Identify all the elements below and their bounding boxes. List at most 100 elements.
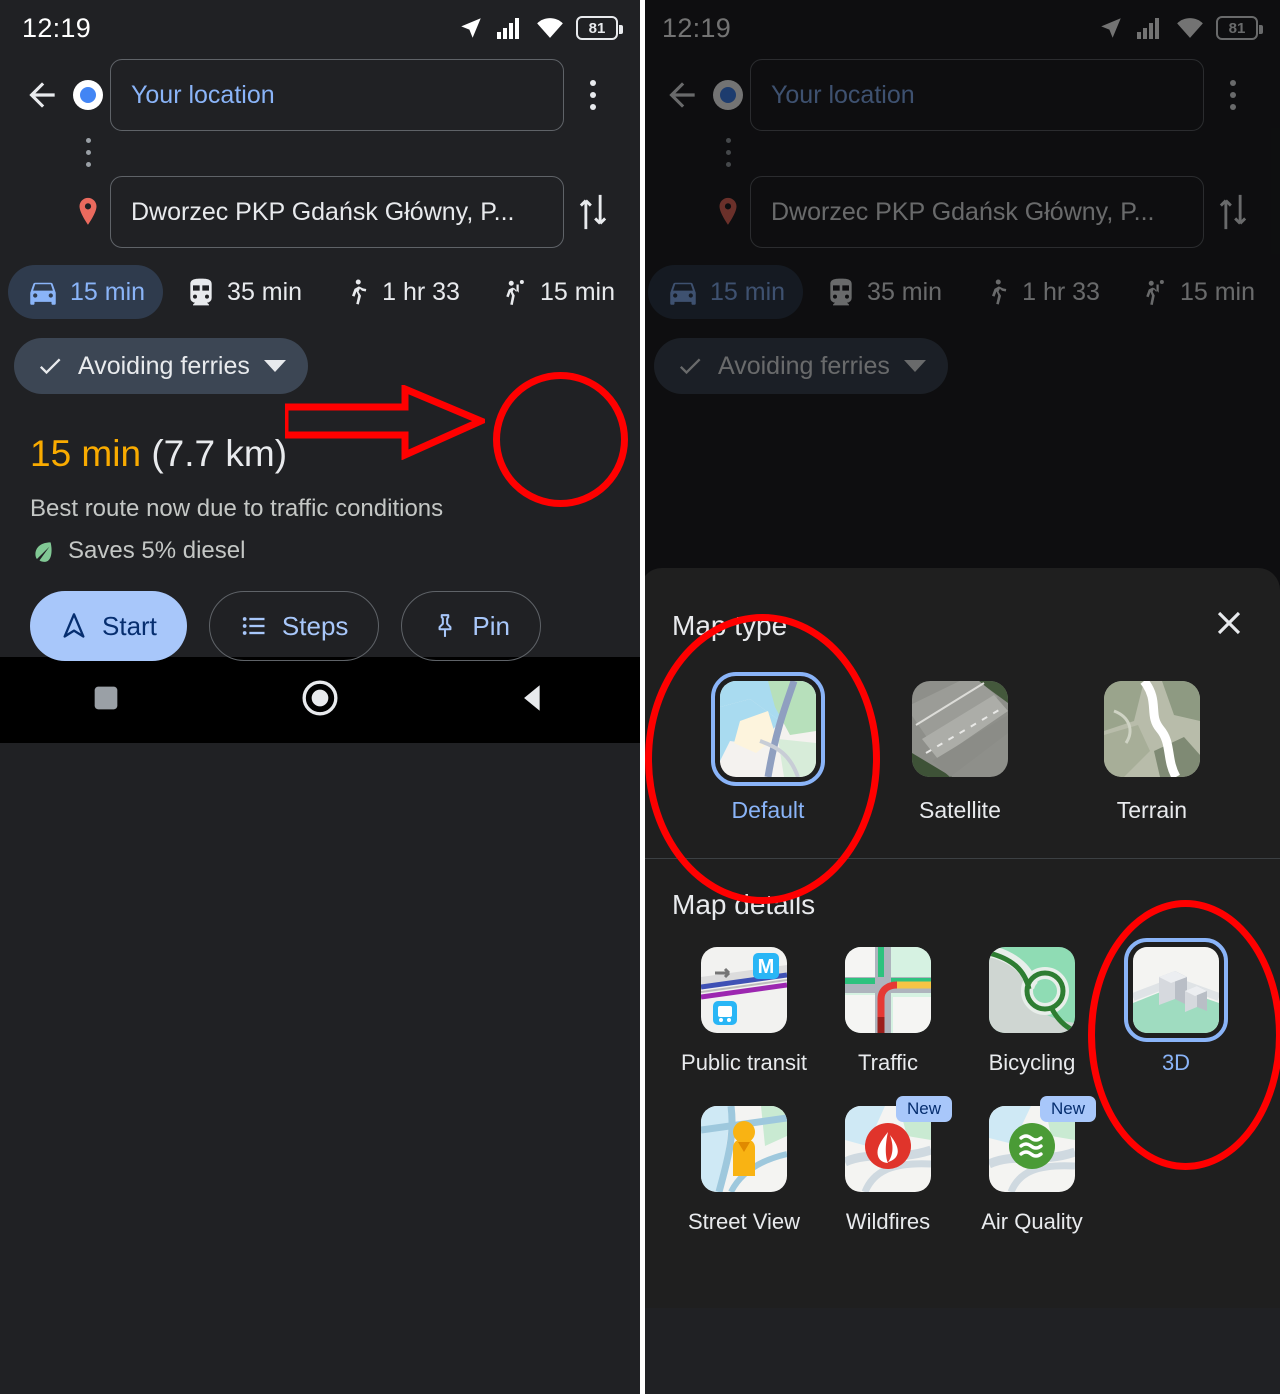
origin-input[interactable]: Your location bbox=[110, 59, 564, 131]
close-icon[interactable] bbox=[1210, 604, 1248, 647]
route-eco-text: Saves 5% diesel bbox=[68, 537, 246, 564]
detail-bicycling[interactable]: Bicycling bbox=[960, 947, 1104, 1076]
mode-tab-walking[interactable]: 1 hr 33 bbox=[324, 265, 478, 319]
mode-label-rideshare: 15 min bbox=[1179, 277, 1255, 306]
screenshot-stage: 12:19 81 Your location Dworzec PKP Gdańs… bbox=[0, 0, 1280, 1394]
mode-tab-rideshare[interactable]: 15 min bbox=[1122, 265, 1273, 319]
swap-vertical-icon[interactable] bbox=[1204, 192, 1262, 232]
origin-row: Your location bbox=[18, 56, 622, 134]
waypoint-dots bbox=[18, 134, 622, 171]
mode-label-rideshare: 15 min bbox=[539, 277, 615, 306]
check-icon bbox=[679, 358, 701, 375]
detail-street-view[interactable]: Street View bbox=[672, 1106, 816, 1235]
mode-label-driving: 15 min bbox=[710, 277, 786, 306]
train-icon bbox=[830, 278, 852, 306]
detail-wildfires[interactable]: New Wildfires bbox=[816, 1096, 960, 1235]
origin-input[interactable]: Your location bbox=[750, 59, 1204, 131]
battery-icon: 81 bbox=[1216, 16, 1263, 40]
mode-tab-rideshare[interactable]: 15 min bbox=[482, 265, 633, 319]
destination-pin-icon bbox=[66, 195, 110, 229]
pane-divider bbox=[640, 0, 645, 1394]
mode-tab-transit[interactable]: 35 min bbox=[807, 265, 960, 319]
status-clock: 12:19 bbox=[22, 12, 92, 43]
mode-tab-walking[interactable]: 1 hr 33 bbox=[964, 265, 1118, 319]
status-icon-group: 81 bbox=[1098, 15, 1263, 41]
rideshare-icon bbox=[506, 280, 524, 305]
avoiding-ferries-label: Avoiding ferries bbox=[78, 351, 250, 380]
threed-thumb-image bbox=[1133, 947, 1219, 1033]
wifi-icon bbox=[537, 18, 563, 38]
rideshare-icon bbox=[1146, 280, 1164, 305]
start-button[interactable]: Start bbox=[30, 591, 187, 661]
sheet-header: Map type bbox=[672, 604, 1248, 647]
route-summary-panel: 15 min (7.7 km) Best route now due to tr… bbox=[0, 407, 640, 661]
mode-tab-driving[interactable]: 15 min bbox=[8, 265, 164, 319]
origin-marker bbox=[706, 80, 750, 110]
transit-thumb-image: M bbox=[701, 947, 787, 1033]
right-phone-screen: 12:19 81 Your location Dworzec PKP Gdańs… bbox=[640, 0, 1280, 1394]
directions-header: Your location Dworzec PKP Gdańsk Główny,… bbox=[0, 56, 640, 259]
map-type-default[interactable]: Default bbox=[672, 672, 864, 824]
bicycling-thumb-image bbox=[989, 947, 1075, 1033]
streetview-thumb-image bbox=[701, 1106, 787, 1192]
back-arrow-icon[interactable] bbox=[658, 76, 706, 114]
steps-button[interactable]: Steps bbox=[208, 591, 380, 661]
wifi-icon bbox=[1177, 18, 1203, 38]
mode-tab-driving[interactable]: 15 min bbox=[648, 265, 804, 319]
detail-label-traffic: Traffic bbox=[858, 1050, 918, 1075]
check-icon bbox=[39, 358, 61, 375]
map-type-terrain[interactable]: Terrain bbox=[1056, 681, 1248, 824]
back-triangle-icon[interactable] bbox=[517, 681, 551, 720]
mode-tab-transit[interactable]: 35 min bbox=[167, 265, 320, 319]
directions-header: Your location Dworzec PKP Gdańsk Główny,… bbox=[640, 56, 1280, 259]
map-type-options: Default Satellite Terrain bbox=[672, 672, 1248, 824]
car-icon bbox=[30, 282, 56, 305]
avoiding-ferries-chip[interactable]: Avoiding ferries bbox=[654, 338, 948, 394]
map-type-satellite[interactable]: Satellite bbox=[864, 681, 1056, 824]
pin-button[interactable]: Pin bbox=[401, 591, 541, 661]
map-type-title: Map type bbox=[672, 609, 788, 641]
detail-traffic[interactable]: Traffic bbox=[816, 947, 960, 1076]
more-vert-icon[interactable] bbox=[1204, 80, 1262, 110]
detail-label-wildfires: Wildfires bbox=[845, 1209, 931, 1234]
default-thumb-image bbox=[719, 681, 816, 777]
cellular-signal-icon bbox=[497, 18, 519, 39]
walk-icon bbox=[352, 279, 367, 305]
start-label: Start bbox=[102, 610, 157, 641]
mode-label-driving: 15 min bbox=[70, 277, 146, 306]
destination-input[interactable]: Dworzec PKP Gdańsk Główny, P... bbox=[110, 176, 564, 248]
threed-thumb bbox=[1124, 938, 1228, 1042]
cellular-signal-icon bbox=[1137, 18, 1159, 39]
route-subtitle: Best route now due to traffic conditions bbox=[30, 495, 444, 522]
battery-icon: 81 bbox=[576, 16, 623, 40]
sheet-divider bbox=[640, 858, 1280, 859]
mode-label-walking: 1 hr 33 bbox=[382, 277, 460, 306]
destination-row: Dworzec PKP Gdańsk Główny, P... bbox=[18, 173, 622, 251]
map-details-grid: M Public transit Traffic Bicycling 3D St… bbox=[672, 938, 1248, 1265]
destination-pin-icon bbox=[706, 195, 750, 229]
traffic-thumb bbox=[845, 947, 931, 1033]
back-arrow-icon[interactable] bbox=[18, 76, 66, 114]
detail-label-bicycling: Bicycling bbox=[988, 1050, 1076, 1075]
mode-label-transit: 35 min bbox=[867, 277, 943, 306]
map-type-label-satellite: Satellite bbox=[919, 797, 1001, 823]
swap-vertical-icon[interactable] bbox=[564, 192, 622, 232]
detail-label-public-transit: Public transit bbox=[681, 1050, 807, 1075]
home-circle-icon[interactable] bbox=[300, 678, 340, 723]
pin-icon bbox=[438, 614, 452, 637]
map-type-label-default: Default bbox=[731, 797, 805, 823]
waypoint-dots bbox=[658, 134, 1262, 171]
destination-input[interactable]: Dworzec PKP Gdańsk Główny, P... bbox=[750, 176, 1204, 248]
new-badge: New bbox=[895, 1096, 952, 1122]
location-arrow-icon bbox=[461, 18, 481, 38]
avoiding-ferries-chip[interactable]: Avoiding ferries bbox=[14, 338, 308, 394]
detail-air-quality[interactable]: New Air Quality bbox=[960, 1096, 1104, 1235]
satellite-thumb-image bbox=[911, 681, 1008, 777]
more-vert-icon[interactable] bbox=[564, 80, 622, 110]
recents-square-icon[interactable] bbox=[89, 681, 123, 720]
detail-label-3d: 3D bbox=[1161, 1050, 1191, 1075]
chevron-down-icon bbox=[903, 360, 926, 372]
route-eco-line: Saves 5% diesel bbox=[30, 537, 610, 565]
detail-public-transit[interactable]: M Public transit bbox=[672, 947, 816, 1076]
detail-3d[interactable]: 3D bbox=[1104, 938, 1248, 1076]
